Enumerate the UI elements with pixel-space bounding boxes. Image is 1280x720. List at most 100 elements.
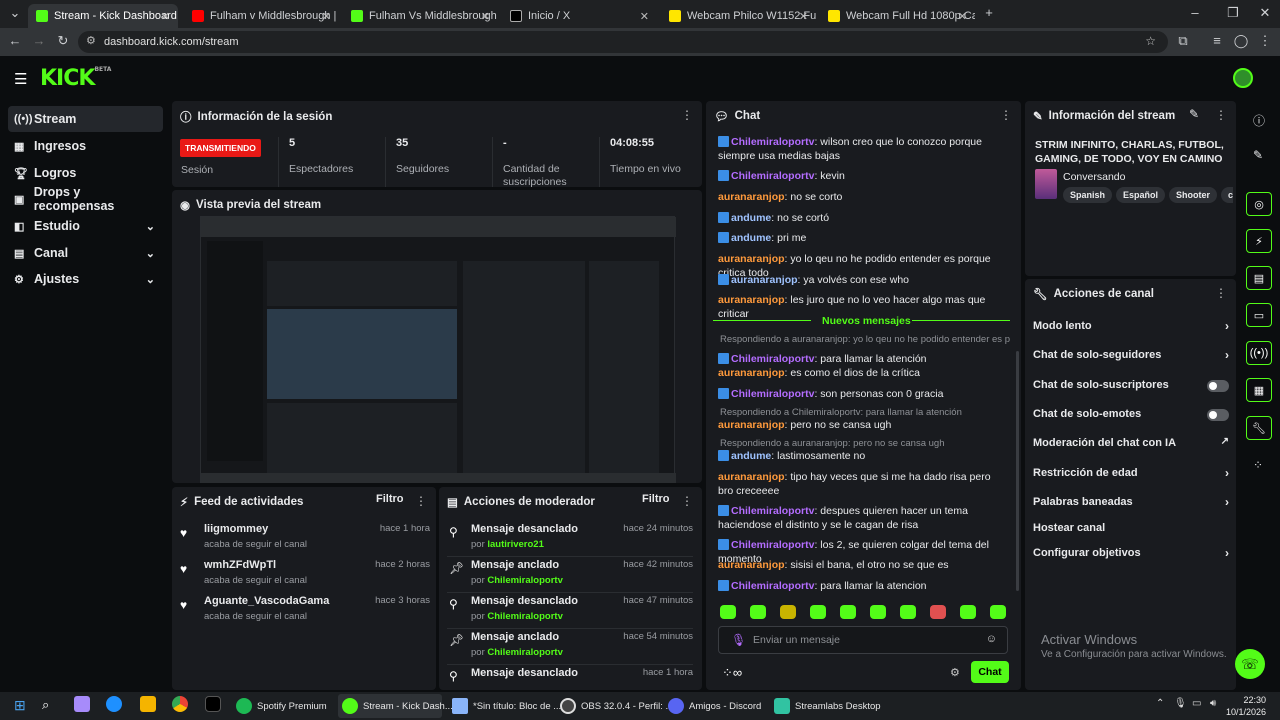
sidebar-item-ajustes[interactable]: ⚙ Ajustes ⌄ [8,266,163,292]
category-thumbnail[interactable] [1035,169,1057,199]
layout-tool-icon[interactable]: ▦ [1246,378,1272,402]
clock-time[interactable]: 22:30 [1238,695,1266,705]
tab-search-icon[interactable]: ⌄ [6,5,24,21]
chat-input[interactable]: 🎙︎ Enviar un mensaje ☺ [718,626,1008,654]
emotes-only-toggle[interactable] [1207,409,1229,421]
send-chat-button[interactable]: Chat [971,661,1009,683]
back-icon[interactable]: ← [6,33,24,48]
mod-filter-button[interactable]: Filtro [642,493,670,505]
minimize-icon[interactable]: – [1186,5,1204,20]
chat-username[interactable]: Chilemiraloportv [731,136,814,148]
reading-list-icon[interactable]: ≡ [1208,33,1226,48]
browser-tab[interactable]: Inicio / X ✕ [502,4,657,28]
action-configure-goals[interactable]: Configurar objetivos › [1033,546,1229,567]
stream-preview-video[interactable] [200,216,676,483]
clock-date[interactable]: 10/1/2026 [1226,707,1266,717]
emoji-icon[interactable]: ☺ [986,633,997,645]
mod-row[interactable]: 📌︎ Mensaje anclado por Chilemiraloportv hac… [447,631,693,665]
search-icon[interactable]: ⌕ [42,697,49,713]
action-age-restriction[interactable]: Restricción de edad › [1033,466,1229,487]
chat-message[interactable]: Chilemiraloportv: para llamar la atencio… [718,579,1008,593]
edge-icon[interactable] [106,696,122,712]
action-emotes-only[interactable]: Chat de solo-emotes [1033,408,1229,428]
close-tab-icon[interactable]: ✕ [481,10,490,23]
tag[interactable]: Shooter [1169,187,1218,203]
pencil-icon[interactable]: ✎ [1253,148,1263,162]
chat-username[interactable]: andume [731,232,771,244]
microphone-tray-icon[interactable]: 🎙︎ [1174,698,1187,709]
action-ai-moderation[interactable]: Moderación del chat con IA ↗ [1033,436,1229,457]
chat-username[interactable]: andume [731,212,771,224]
volume-icon[interactable]: 🔊︎ [1210,698,1216,709]
emote-icon[interactable] [870,605,886,619]
chat-username[interactable]: Chilemiraloportv [731,580,814,592]
tray-chevron-icon[interactable]: ⌃ [1156,698,1164,709]
chat-tool-icon[interactable]: ▭ [1246,303,1272,327]
browser-tab[interactable]: Fulham Vs Middlesbrough - Al✕ [343,4,498,28]
more-options-icon[interactable]: ⋮ [681,108,693,122]
chat-message[interactable]: auranaranjop: tipo hay veces que si me h… [718,470,1008,498]
sidebar-item-estudio[interactable]: ◧ Estudio ⌄ [8,213,163,239]
sidebar-item-drops[interactable]: ▣ Drops y recompensas [8,185,163,213]
feed-row[interactable]: ♥ Aguante_VascodaGama acaba de seguir el c… [180,595,430,629]
tiktok-icon[interactable] [205,696,221,712]
chat-scrollbar[interactable] [1016,351,1019,591]
action-followers-only[interactable]: Chat de solo-seguidores › [1033,348,1229,369]
close-tab-icon[interactable]: ✕ [640,10,649,23]
microphone-icon[interactable]: 🎙︎ [731,633,746,647]
file-explorer-icon[interactable] [140,696,156,712]
address-bar[interactable]: ⚙ dashboard.kick.com/stream ☆ [78,31,1168,53]
mod-row[interactable]: ⚲ Mensaje desanclado por Chilemiraloportv h… [447,595,693,629]
chat-username[interactable]: Chilemiraloportv [731,388,814,400]
browser-tab[interactable]: Stream - Kick Dashboard ✕ [28,4,178,28]
chat-username[interactable]: Chilemiraloportv [731,505,814,517]
camera-tool-icon[interactable]: ◎ [1246,192,1272,216]
chat-message[interactable]: andume: lastimosamente no [718,449,1008,463]
extensions-icon[interactable]: ⧉ [1174,33,1192,49]
more-options-icon[interactable]: ⋮ [681,494,693,508]
profile-icon[interactable]: ◯ [1232,33,1250,49]
chat-username[interactable]: auranaranjop [731,274,798,286]
bookmark-star-icon[interactable]: ☆ [1145,34,1156,48]
chat-message[interactable]: Chilemiraloportv: para llamar la atenció… [718,352,1008,366]
tag[interactable]: Spanish [1063,187,1113,203]
emote-icon[interactable] [960,605,976,619]
chat-message[interactable]: auranaranjop: sisisi el bana, el otro no… [718,558,1008,572]
more-options-icon[interactable]: ⋮ [415,494,427,508]
taskbar-app[interactable]: Amigos - Discord [664,694,764,718]
browser-tab[interactable]: Webcam Philco W1152 Full Hd✕ [661,4,816,28]
chat-message[interactable]: Chilemiraloportv: wilson creo que lo con… [718,135,1008,163]
clipboard-tool-icon[interactable]: ▤ [1246,266,1272,290]
emote-icon[interactable] [720,605,736,619]
close-tab-icon[interactable]: ✕ [799,10,808,23]
action-subscribers-only[interactable]: Chat de solo-suscriptores [1033,379,1229,399]
chat-username[interactable]: Chilemiraloportv [731,170,814,182]
sidebar-item-stream[interactable]: ((•)) Stream [8,106,163,132]
chat-username[interactable]: Chilemiraloportv [731,539,814,551]
action-slow-mode[interactable]: Modo lento › [1033,319,1229,340]
chat-username[interactable]: auranaranjop [718,253,785,265]
window-close-icon[interactable]: ✕ [1256,5,1274,21]
chat-message[interactable]: Chilemiraloportv: son personas con 0 gra… [718,387,1008,401]
feed-row[interactable]: ♥ wmhZFdWpTl acaba de seguir el canal hace … [180,559,430,593]
browser-tab[interactable]: Webcam Full Hd 1080p Camara✕ [820,4,975,28]
more-options-icon[interactable]: ⋮ [1215,286,1227,300]
sidebar-item-logros[interactable]: 🏆︎ Logros [8,160,163,186]
chat-username[interactable]: andume [731,450,771,462]
windows-start-icon[interactable]: ⊞ [14,697,26,714]
chat-username[interactable]: auranaranjop [718,294,785,306]
subscribers-only-toggle[interactable] [1207,380,1229,392]
chat-settings-icon[interactable]: ⚙ [950,666,960,679]
chat-points-icon[interactable]: ⁘∞ [722,665,742,681]
tag[interactable]: chill [1221,187,1233,203]
emote-icon[interactable] [810,605,826,619]
taskbar-app[interactable]: Streamlabs Desktop [770,694,881,718]
emote-icon[interactable] [780,605,796,619]
chat-message[interactable]: auranaranjop: ya volvés con ese who [718,273,1008,287]
emote-icon[interactable] [930,605,946,619]
broadcast-tool-icon[interactable]: ((•)) [1246,341,1272,365]
sidebar-item-ingresos[interactable]: ▦ Ingresos [8,133,163,159]
close-tab-icon[interactable]: ✕ [958,10,967,23]
chat-username[interactable]: Chilemiraloportv [731,353,814,365]
info-icon[interactable]: ⓘ [1253,112,1265,129]
